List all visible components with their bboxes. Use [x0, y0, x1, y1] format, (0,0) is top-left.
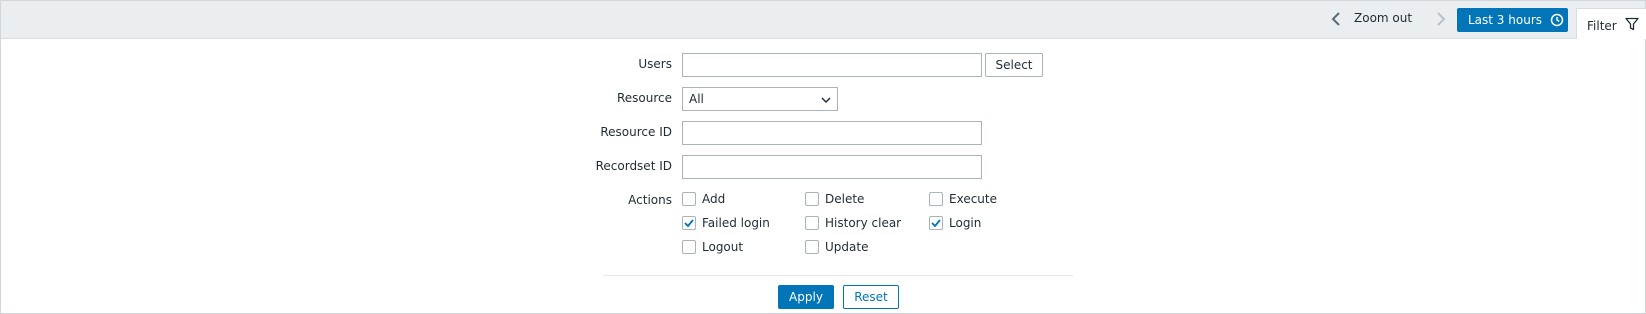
action-label: Delete: [825, 192, 865, 206]
checkbox[interactable]: [929, 192, 943, 206]
actions-label: Actions: [628, 193, 672, 207]
time-toolbar: Zoom out Last 3 hours Filter: [1, 1, 1646, 39]
zoom-out-button[interactable]: Zoom out: [1354, 11, 1412, 25]
resource-id-label: Resource ID: [600, 125, 672, 139]
chevron-down-icon: [821, 94, 831, 108]
clock-icon: [1550, 13, 1564, 27]
checkmark-icon: [931, 219, 941, 228]
chevron-right-icon: [1437, 12, 1446, 26]
filter-tab[interactable]: Filter: [1576, 8, 1646, 39]
action-label: Update: [825, 240, 869, 254]
action-checkbox-add[interactable]: Add: [682, 192, 725, 206]
resource-select[interactable]: All: [682, 87, 838, 111]
next-period-button[interactable]: [1431, 9, 1451, 29]
previous-period-button[interactable]: [1326, 9, 1346, 29]
users-label: Users: [638, 57, 672, 71]
filter-tab-label: Filter: [1587, 19, 1617, 33]
chevron-left-icon: [1331, 12, 1340, 26]
checkbox[interactable]: [805, 192, 819, 206]
time-period-button[interactable]: Last 3 hours: [1457, 8, 1568, 32]
resource-selected-value: All: [689, 92, 704, 106]
recordset-id-input[interactable]: [682, 155, 982, 179]
action-checkbox-failed-login[interactable]: Failed login: [682, 216, 770, 230]
action-checkbox-logout[interactable]: Logout: [682, 240, 743, 254]
resource-id-input[interactable]: [682, 121, 982, 145]
action-label: History clear: [825, 216, 902, 230]
action-label: Logout: [702, 240, 744, 254]
apply-button[interactable]: Apply: [778, 285, 834, 309]
audit-log-filter-panel: Zoom out Last 3 hours Filter Users Selec…: [0, 0, 1646, 314]
reset-button[interactable]: Reset: [843, 285, 899, 309]
checkbox[interactable]: [682, 216, 696, 230]
users-input[interactable]: [682, 53, 982, 77]
action-label: Execute: [949, 192, 997, 206]
action-checkbox-delete[interactable]: Delete: [805, 192, 864, 206]
action-label: Failed login: [702, 216, 770, 230]
action-checkbox-history-clear[interactable]: History clear: [805, 216, 901, 230]
time-period-label: Last 3 hours: [1468, 13, 1542, 27]
resource-label: Resource: [616, 91, 672, 105]
select-users-button[interactable]: Select: [985, 53, 1043, 77]
action-label: Login: [949, 216, 982, 230]
checkbox[interactable]: [929, 216, 943, 230]
form-divider: [603, 275, 1073, 276]
checkbox[interactable]: [805, 240, 819, 254]
checkbox[interactable]: [805, 216, 819, 230]
checkbox[interactable]: [682, 192, 696, 206]
action-checkbox-login[interactable]: Login: [929, 216, 981, 230]
filter-icon: [1625, 17, 1639, 34]
action-checkbox-execute[interactable]: Execute: [929, 192, 997, 206]
action-checkbox-update[interactable]: Update: [805, 240, 868, 254]
checkmark-icon: [684, 219, 694, 228]
recordset-id-label: Recordset ID: [595, 159, 672, 173]
checkbox[interactable]: [682, 240, 696, 254]
action-label: Add: [702, 192, 726, 206]
